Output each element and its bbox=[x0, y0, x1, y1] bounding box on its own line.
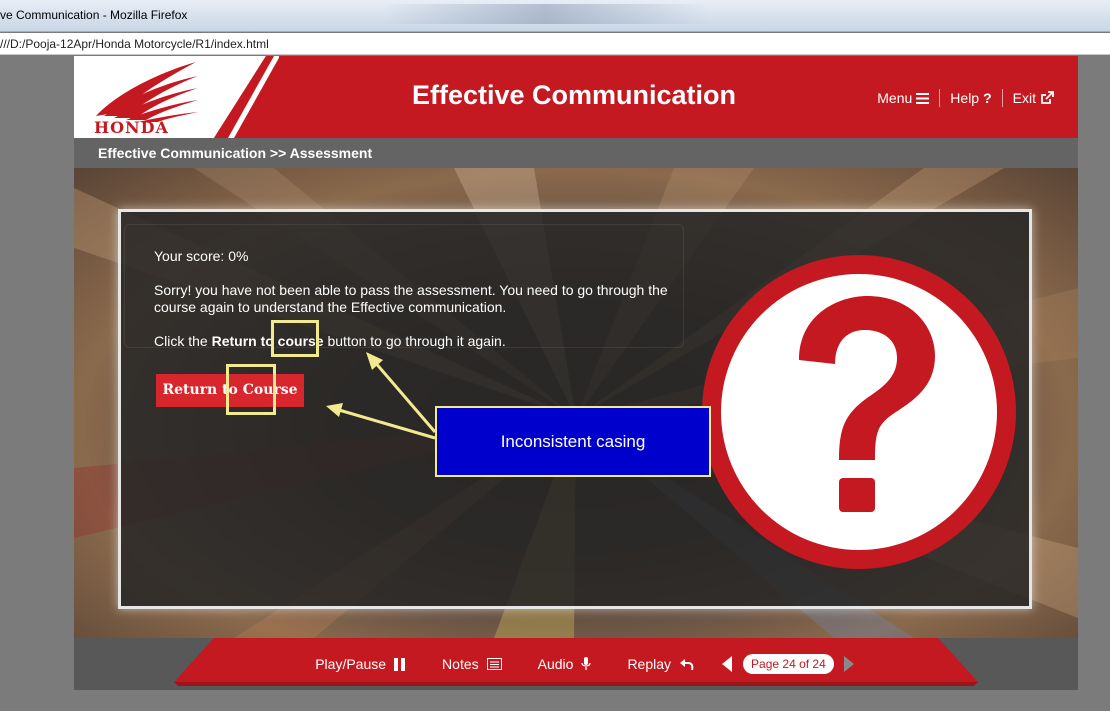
microphone-icon bbox=[581, 657, 592, 670]
notes-button[interactable]: Notes bbox=[442, 656, 502, 672]
result-message: Sorry! you have not been able to pass th… bbox=[154, 282, 668, 315]
browser-title-bar: ve Communication - Mozilla Firefox bbox=[0, 0, 1110, 32]
top-navigation: Menu Help ? Exit bbox=[867, 89, 1064, 107]
notes-icon bbox=[486, 658, 502, 670]
menu-button[interactable]: Menu bbox=[867, 90, 939, 106]
score-text: Your score: 0% bbox=[154, 248, 249, 264]
header: HONDA Effective Communication Menu Help … bbox=[74, 56, 1078, 138]
replay-icon bbox=[680, 658, 694, 670]
page-title: Effective Communication bbox=[411, 80, 737, 110]
external-link-icon bbox=[1041, 91, 1054, 104]
next-page-icon[interactable] bbox=[843, 656, 855, 672]
window-title: ve Communication - Mozilla Firefox bbox=[0, 8, 188, 22]
title-bar-glow bbox=[380, 4, 710, 24]
previous-page-icon[interactable] bbox=[722, 656, 733, 672]
course-player: HONDA Effective Communication Menu Help … bbox=[74, 56, 1078, 690]
url-text[interactable]: ///D:/Pooja-12Apr/Honda Motorcycle/R1/in… bbox=[0, 37, 269, 51]
audio-label: Audio bbox=[537, 656, 574, 672]
instruction-prefix: Click the bbox=[154, 333, 212, 349]
annotation-callout: Inconsistent casing bbox=[435, 406, 711, 477]
audio-button[interactable]: Audio bbox=[538, 656, 592, 672]
instruction-suffix: button to go through it again. bbox=[323, 333, 506, 349]
menu-label: Menu bbox=[877, 90, 913, 106]
replay-label: Replay bbox=[627, 656, 672, 672]
play-pause-button[interactable]: Play/Pause bbox=[315, 656, 406, 672]
pause-icon bbox=[394, 657, 406, 671]
notes-label: Notes bbox=[442, 656, 479, 672]
help-button[interactable]: Help ? bbox=[940, 90, 1001, 106]
exit-label: Exit bbox=[1012, 90, 1036, 106]
honda-logo: HONDA bbox=[74, 56, 279, 138]
honda-logo-text: HONDA bbox=[94, 118, 169, 136]
breadcrumb: Effective Communication >> Assessment bbox=[74, 138, 1078, 168]
question-mark-icon: ? bbox=[983, 90, 992, 106]
content-stage: Your score: 0% Sorry! you have not been … bbox=[74, 168, 1078, 638]
player-controls: Play/Pause Notes Audio Replay Page 24 of… bbox=[74, 638, 1078, 690]
address-bar[interactable]: ///D:/Pooja-12Apr/Honda Motorcycle/R1/in… bbox=[0, 33, 1110, 55]
breadcrumb-text: Effective Communication >> Assessment bbox=[98, 145, 373, 161]
exit-button[interactable]: Exit bbox=[1003, 90, 1064, 106]
highlight-box-instruction bbox=[271, 320, 319, 357]
instruction-text: Click the Return to course button to go … bbox=[154, 333, 506, 349]
play-pause-label: Play/Pause bbox=[315, 656, 387, 672]
pagination: Page 24 of 24 bbox=[722, 654, 855, 674]
replay-button[interactable]: Replay bbox=[627, 656, 694, 672]
help-label: Help bbox=[950, 90, 980, 106]
hamburger-icon bbox=[916, 92, 930, 104]
page-indicator: Page 24 of 24 bbox=[743, 654, 834, 674]
question-circle-icon bbox=[702, 255, 1016, 569]
highlight-box-button bbox=[226, 364, 276, 415]
